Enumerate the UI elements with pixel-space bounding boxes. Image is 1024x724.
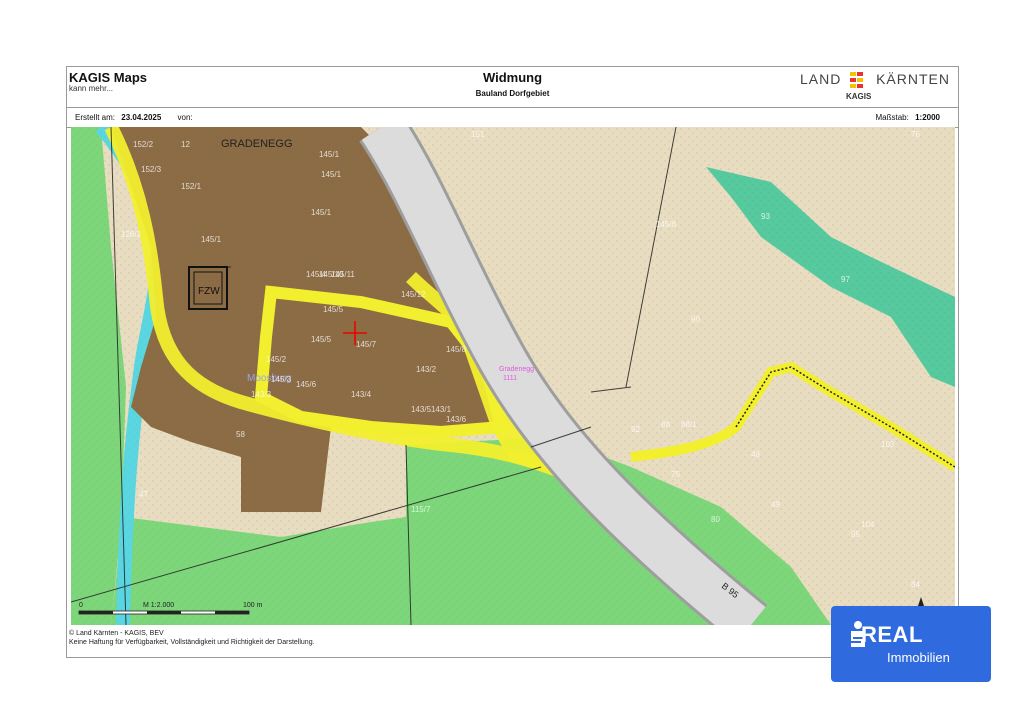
pink-label-1: Gradenegg bbox=[499, 366, 534, 373]
parcel-number: 84 bbox=[911, 580, 920, 589]
parcel-number: 143/1 bbox=[431, 405, 452, 414]
parcel-number: 104 bbox=[861, 520, 875, 529]
parcel-number: 93 bbox=[761, 212, 770, 221]
logo-text-right: KÄRNTEN bbox=[876, 71, 950, 87]
disclaimer-line: Keine Haftung für Verfügbarkeit, Vollstä… bbox=[69, 639, 315, 646]
scale-label: Maßstab: bbox=[875, 113, 909, 122]
parcel-number: 145/4 bbox=[306, 270, 327, 279]
parcel-number: 145/1 bbox=[311, 208, 332, 217]
parcel-number: 151 bbox=[471, 130, 485, 139]
parcel-number: 145/7 bbox=[356, 340, 377, 349]
parcel-number: 152/2 bbox=[133, 140, 154, 149]
land-kaernten-logo: LAND KÄRNTEN KAGIS bbox=[800, 70, 950, 104]
parcel-number: 48 bbox=[751, 450, 760, 459]
scale-info: Maßstab: 1:2000 bbox=[876, 113, 941, 122]
real-immobilien-badge[interactable]: REAL Immobilien bbox=[831, 606, 991, 682]
parcel-number: 80 bbox=[711, 515, 720, 524]
scale-bar bbox=[78, 610, 250, 615]
map-canvas[interactable]: GRADENEGG FZW Moosburg B 95 Gradenegg 11… bbox=[71, 127, 955, 625]
parcel-number: 145/2 bbox=[266, 355, 287, 364]
parcel-number: 143/3 bbox=[251, 390, 272, 399]
parcel-number: 90 bbox=[691, 315, 700, 324]
parcel-number: 103 bbox=[881, 440, 895, 449]
parcel-number: 145/8 bbox=[656, 220, 677, 229]
copyright-line: © Land Kärnten - KAGIS, BEV bbox=[69, 630, 164, 637]
parcel-number: 145/8 bbox=[446, 345, 467, 354]
parcel-number: 115/7 bbox=[411, 505, 431, 514]
footer: © Land Kärnten - KAGIS, BEV Keine Haftun… bbox=[67, 629, 315, 647]
badge-subtitle: Immobilien bbox=[887, 650, 950, 665]
parcel-number: 97 bbox=[841, 275, 850, 284]
parcel-number: 145/3 bbox=[271, 375, 292, 384]
fzw-label: FZW bbox=[198, 286, 220, 297]
parcel-number: 152/3 bbox=[141, 165, 162, 174]
parcel-number: 12 bbox=[181, 140, 190, 149]
parcel-number: 49 bbox=[771, 500, 780, 509]
parcel-number: 76 bbox=[911, 130, 920, 139]
pink-label-2: 1111 bbox=[503, 375, 517, 382]
parcel-number: 145/5 bbox=[323, 305, 344, 314]
parcel-number: 145/1 bbox=[201, 235, 222, 244]
place-label: GRADENEGG bbox=[221, 138, 293, 150]
map-sheet: KAGIS Maps kann mehr... Widmung Bauland … bbox=[66, 66, 959, 658]
parcel-number: 88 bbox=[661, 420, 670, 429]
parcel-number: 145/5 bbox=[311, 335, 332, 344]
scale-zero-label: 0 bbox=[79, 602, 83, 609]
logo-text-left: LAND bbox=[800, 71, 842, 87]
parcel-number: 143/6 bbox=[446, 415, 467, 424]
scale-mid-label: M 1:2.000 bbox=[143, 602, 174, 609]
parcel-number: 152/1 bbox=[181, 182, 202, 191]
created-label: Erstellt am: bbox=[75, 113, 116, 122]
parcel-number: 145/1 bbox=[319, 150, 340, 159]
parcel-number: 75 bbox=[671, 470, 680, 479]
parcel-number: 95 bbox=[851, 530, 860, 539]
map-svg: GRADENEGG FZW Moosburg B 95 Gradenegg 11… bbox=[71, 127, 955, 625]
badge-title: REAL bbox=[861, 622, 923, 647]
parcel-number: 143/5 bbox=[411, 405, 432, 414]
created-date: 23.04.2025 bbox=[121, 113, 162, 122]
parcel-number: 143/2 bbox=[416, 365, 437, 374]
parcel-number: 145/6 bbox=[296, 380, 317, 389]
parcel-number: 145/1 bbox=[321, 170, 342, 179]
parcel-number: 88/1 bbox=[681, 420, 697, 429]
logo-subtext: KAGIS bbox=[846, 92, 872, 101]
parcel-number: 92 bbox=[631, 425, 640, 434]
carinthia-flag-icon bbox=[850, 72, 864, 88]
header: KAGIS Maps kann mehr... Widmung Bauland … bbox=[67, 67, 958, 108]
scale-value: 1:2000 bbox=[915, 113, 940, 122]
parcel-number: 145/12 bbox=[401, 290, 426, 299]
parcel-number: 143/4 bbox=[351, 390, 372, 399]
author-label: von: bbox=[177, 113, 193, 122]
parcel-number: 58 bbox=[236, 430, 245, 439]
parcel-number: 126/1 bbox=[121, 230, 142, 239]
parcel-number: 47 bbox=[139, 490, 148, 499]
scale-end-label: 100 m bbox=[243, 602, 263, 609]
created-info: Erstellt am: 23.04.2025 von: bbox=[75, 113, 193, 122]
meta-row: Erstellt am: 23.04.2025 von: Maßstab: 1:… bbox=[67, 107, 958, 128]
